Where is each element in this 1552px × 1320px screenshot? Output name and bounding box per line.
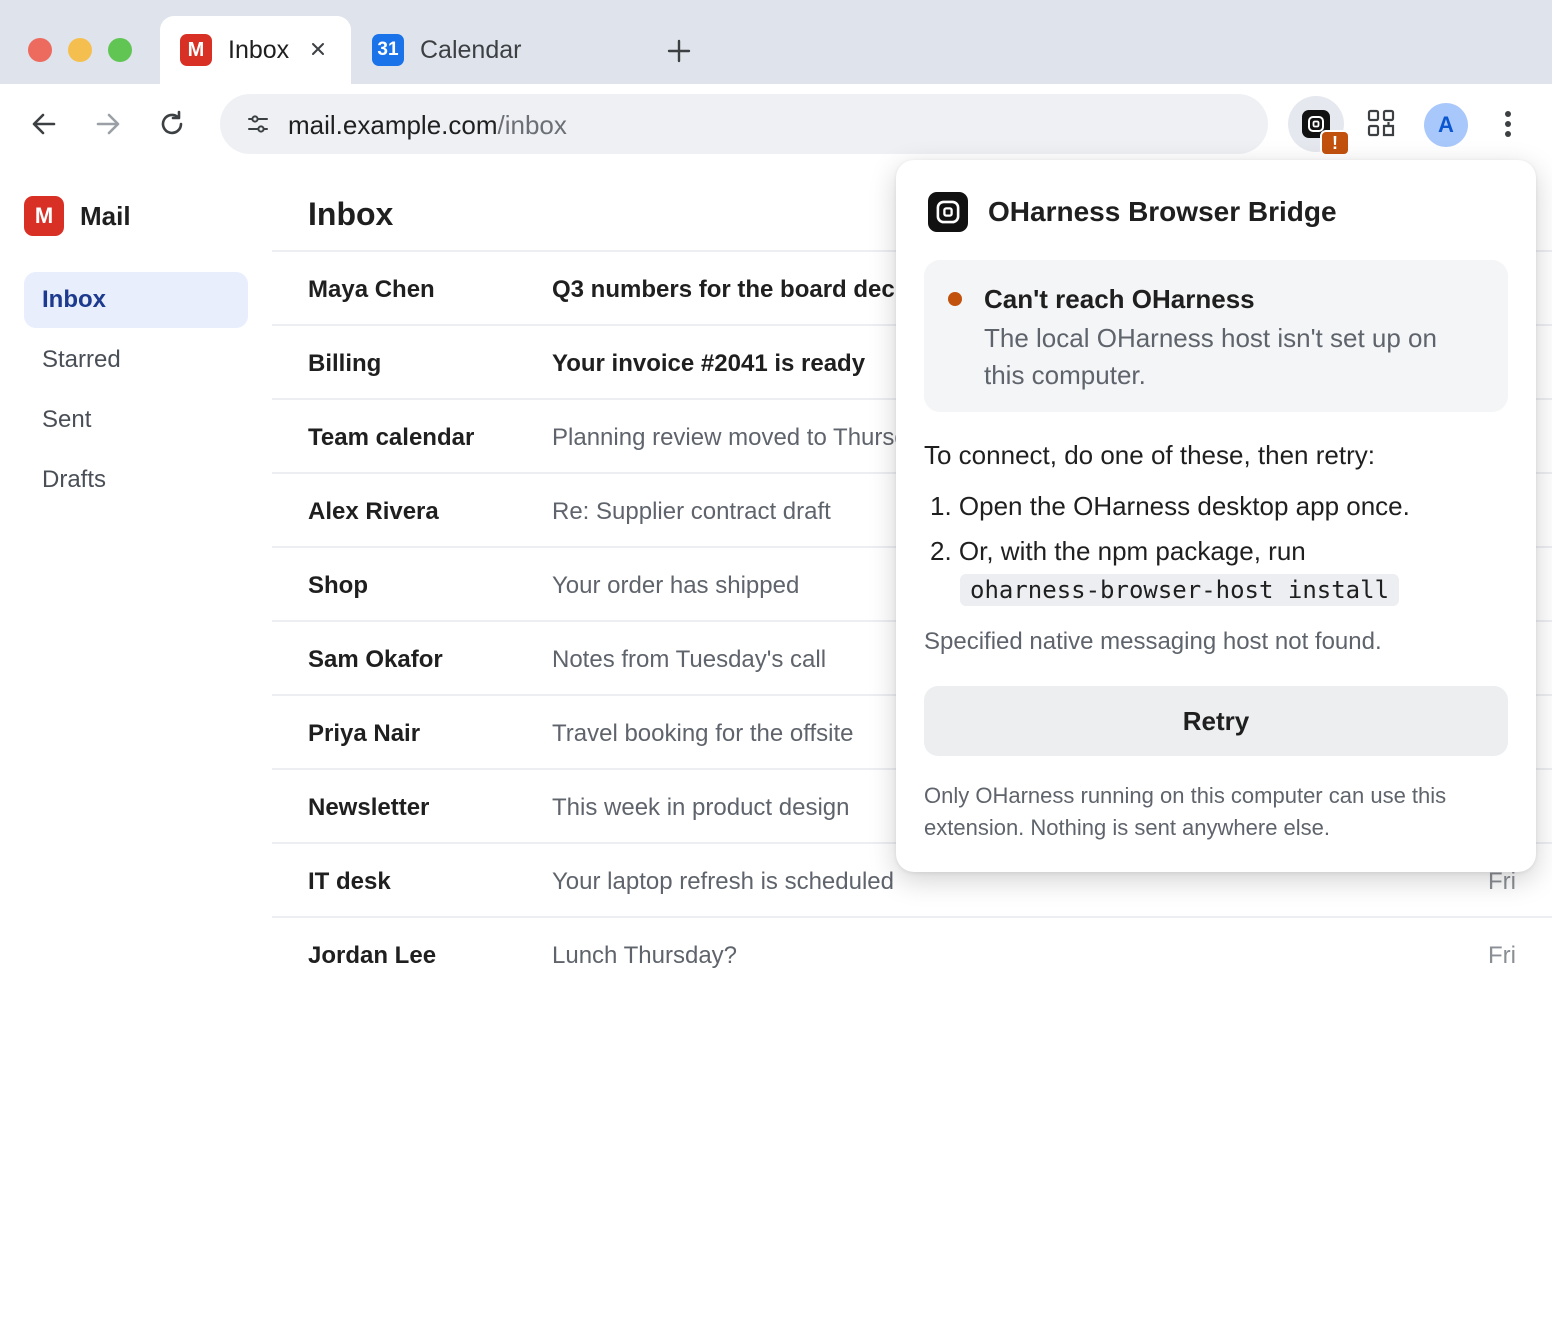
- sidebar-item-starred[interactable]: Starred: [24, 332, 248, 388]
- oharness-logo-icon: [928, 192, 968, 232]
- message-sender: Alex Rivera: [308, 498, 439, 525]
- message-sender: Priya Nair: [308, 720, 421, 747]
- tab-strip: M Inbox 31 Calendar: [0, 0, 1552, 84]
- address-path: /inbox: [497, 110, 567, 140]
- message-subject: Notes from Tuesday's call: [552, 646, 827, 673]
- instructions-lead: To connect, do one of these, then retry:: [924, 440, 1375, 470]
- error-message: Specified native messaging host not foun…: [924, 628, 1382, 655]
- install-command: oharness-browser-host install: [960, 574, 1400, 606]
- message-sender: Billing: [308, 350, 382, 377]
- avatar[interactable]: A: [1424, 103, 1468, 147]
- calendar-favicon-icon: 31: [372, 34, 404, 66]
- message-sender: Sam Okafor: [308, 646, 443, 673]
- message-subject: Travel booking for the offsite: [552, 720, 854, 747]
- status-card: Can't reach OHarness The local OHarness …: [924, 260, 1508, 412]
- message-subject: Lunch Thursday?: [552, 942, 738, 969]
- message-sender: Jordan Lee: [308, 942, 437, 969]
- tab-title: Inbox: [228, 35, 290, 64]
- message-subject: Your laptop refresh is scheduled: [552, 868, 894, 895]
- steps-list: 1. Open the OHarness desktop app once. 2…: [930, 490, 1410, 567]
- sidebar-item-inbox[interactable]: Inbox: [24, 272, 248, 328]
- message-row[interactable]: Jordan Lee Lunch Thursday? Fri: [272, 918, 1552, 992]
- kebab-icon[interactable]: [1494, 108, 1522, 140]
- window-minimize-button[interactable]: [68, 38, 92, 62]
- extension-popup: OHarness Browser Bridge Can't reach OHar…: [896, 160, 1536, 872]
- message-date: Fri: [1488, 868, 1516, 895]
- sidebar-item-drafts[interactable]: Drafts: [24, 452, 248, 508]
- message-subject: Q3 numbers for the board deck: [552, 276, 909, 303]
- browser-toolbar: mail.example.com/inbox ! A: [0, 84, 1552, 166]
- oharness-extension-button[interactable]: !: [1288, 96, 1350, 156]
- message-sender: Team calendar: [308, 424, 475, 451]
- address-host: mail.example.com: [288, 110, 498, 140]
- folder-nav: Inbox Starred Sent Drafts: [24, 272, 248, 512]
- page-title: Inbox: [308, 196, 394, 232]
- message-subject: Your order has shipped: [552, 572, 800, 599]
- tab-inbox[interactable]: M Inbox: [160, 16, 351, 84]
- warning-badge: !: [1320, 130, 1350, 156]
- close-icon[interactable]: [307, 38, 329, 60]
- message-subject: Re: Supplier contract draft: [552, 498, 831, 525]
- message-sender: Shop: [308, 572, 368, 599]
- arrow-right-icon[interactable]: [92, 108, 124, 140]
- step-open-app: 1. Open the OHarness desktop app once.: [930, 491, 1410, 521]
- step-npm: 2. Or, with the npm package, run: [930, 536, 1306, 566]
- mail-logo-icon: M: [24, 196, 64, 236]
- status-heading: Can't reach OHarness: [984, 284, 1255, 314]
- tune-icon[interactable]: [246, 112, 270, 136]
- privacy-footnote: Only OHarness running on this computer c…: [924, 783, 1447, 840]
- popup-title: OHarness Browser Bridge: [988, 196, 1337, 227]
- message-date: Fri: [1488, 942, 1516, 969]
- tab-title: Calendar: [420, 35, 522, 64]
- message-sender: Newsletter: [308, 794, 430, 821]
- status-dot-icon: [948, 292, 962, 306]
- window-close-button[interactable]: [28, 38, 52, 62]
- retry-button[interactable]: Retry: [924, 686, 1508, 756]
- arrow-left-icon[interactable]: [28, 108, 60, 140]
- tab-calendar[interactable]: 31 Calendar: [352, 16, 642, 84]
- mail-brand: M Mail: [24, 196, 131, 236]
- status-detail: The local OHarness host isn't set up on …: [984, 323, 1437, 390]
- message-sender: Maya Chen: [308, 276, 435, 303]
- window-zoom-button[interactable]: [108, 38, 132, 62]
- message-subject: This week in product design: [552, 794, 850, 821]
- message-subject: Your invoice #2041 is ready: [552, 350, 866, 377]
- puzzle-icon[interactable]: [1366, 108, 1396, 138]
- mail-favicon-icon: M: [180, 34, 212, 66]
- message-sender: IT desk: [308, 868, 391, 895]
- address-bar[interactable]: mail.example.com/inbox: [220, 94, 1268, 154]
- brand-name: Mail: [80, 200, 131, 231]
- sidebar-item-sent[interactable]: Sent: [24, 392, 248, 448]
- reload-icon[interactable]: [156, 108, 188, 140]
- address-text: mail.example.com/inbox: [288, 110, 567, 140]
- plus-icon[interactable]: [664, 36, 694, 66]
- message-subject: Planning review moved to Thursday: [552, 424, 934, 451]
